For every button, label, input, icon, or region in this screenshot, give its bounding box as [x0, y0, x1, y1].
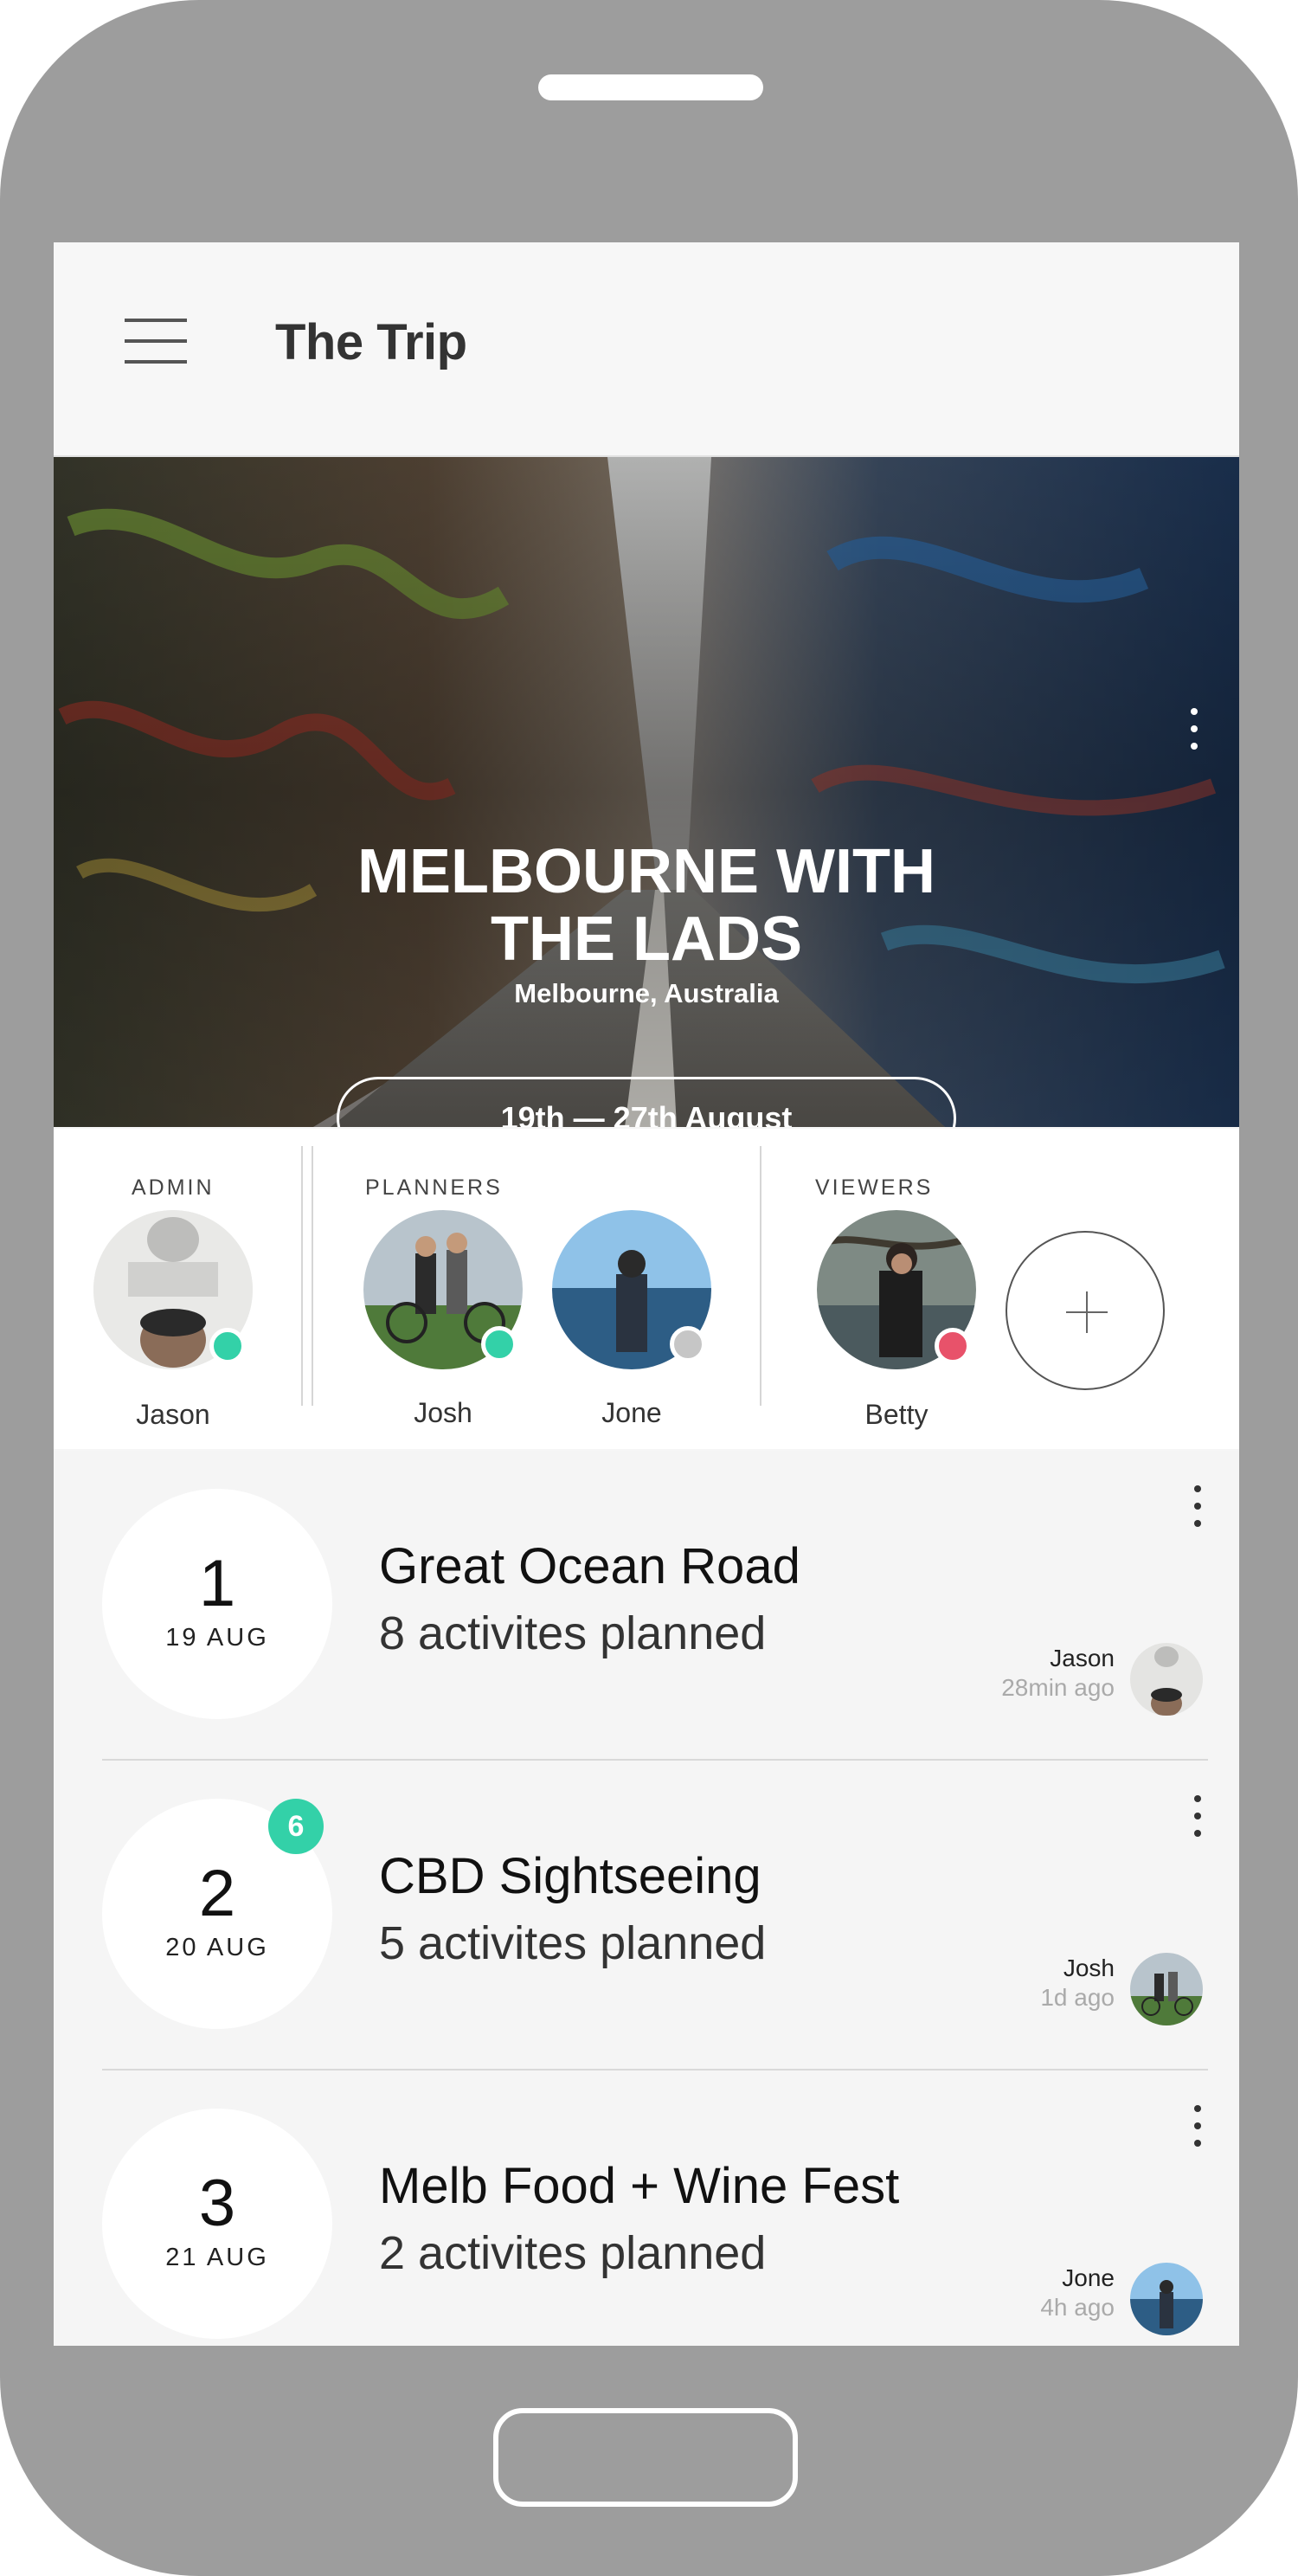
day-date: 19 AUG: [165, 1624, 269, 1652]
member-name-jone: Jone: [601, 1397, 662, 1428]
divider: [312, 1146, 313, 1406]
day-number: 1: [198, 1547, 236, 1620]
day-number-circle: 1 19 AUG: [102, 1489, 332, 1719]
status-busy-dot: [935, 1328, 971, 1364]
phone-frame: The Trip MELBOURNE WITH THE LADS Melbour…: [0, 0, 1298, 2576]
notification-badge: 6: [268, 1799, 324, 1854]
avatar-jason-image: [1130, 1643, 1203, 1716]
avatar-josh-image: [1130, 1953, 1203, 2025]
day-activities-count: 8 activites planned: [379, 1607, 767, 1659]
status-offline-dot: [670, 1326, 706, 1362]
last-editor-name: Jone: [1062, 2264, 1115, 2291]
hero-laneway-image: [54, 457, 1239, 1127]
day-title: Melb Food + Wine Fest: [379, 2158, 900, 2214]
day-more-vertical-icon[interactable]: [1187, 1795, 1208, 1844]
trip-hero: MELBOURNE WITH THE LADS Melbourne, Austr…: [54, 457, 1239, 1127]
last-editor-name: Jason: [1050, 1645, 1115, 1671]
day-number: 3: [198, 2167, 236, 2240]
day-more-vertical-icon[interactable]: [1187, 1485, 1208, 1534]
divider: [760, 1146, 761, 1406]
day-number: 2: [198, 1857, 236, 1930]
day-activities-count: 5 activites planned: [379, 1917, 767, 1969]
last-edited-time: 28min ago: [1001, 1674, 1115, 1701]
member-name-jason: Jason: [136, 1399, 210, 1430]
day-card[interactable]: 1 19 AUG Great Ocean Road 8 activites pl…: [54, 1451, 1239, 1761]
status-online-dot: [481, 1326, 517, 1362]
day-activities-count: 2 activites planned: [379, 2227, 767, 2279]
phone-speaker: [538, 74, 763, 100]
divider: [301, 1146, 303, 1406]
admin-label: ADMIN: [132, 1175, 215, 1200]
day-title: Great Ocean Road: [379, 1538, 800, 1594]
last-editor-name: Josh: [1063, 1955, 1115, 1981]
status-online-dot: [209, 1328, 246, 1364]
member-name-betty: Betty: [864, 1399, 929, 1430]
day-more-vertical-icon[interactable]: [1187, 2105, 1208, 2154]
member-name-josh: Josh: [414, 1397, 472, 1428]
planners-label: PLANNERS: [365, 1175, 503, 1200]
app-title: The Trip: [275, 314, 467, 370]
last-editor-avatar: [1130, 2263, 1203, 2335]
app-bar: The Trip: [54, 242, 1239, 457]
last-editor-avatar: [1130, 1643, 1203, 1716]
day-card[interactable]: 3 21 AUG Melb Food + Wine Fest 2 activit…: [54, 2070, 1239, 2346]
avatar-jone-image: [1130, 2263, 1203, 2335]
last-edited-time: 4h ago: [1040, 2294, 1115, 2321]
last-editor-avatar: [1130, 1953, 1203, 2025]
itinerary-days-list: 1 19 AUG Great Ocean Road 8 activites pl…: [54, 1451, 1239, 2346]
day-date: 20 AUG: [165, 1934, 269, 1961]
trip-members: ADMIN PLANNERS VIEWERS Jason Josh Jone B…: [54, 1129, 1239, 1449]
hamburger-menu-icon[interactable]: [125, 317, 187, 365]
app-screen: The Trip MELBOURNE WITH THE LADS Melbour…: [54, 242, 1239, 2346]
trip-dates-button[interactable]: 19th — 27th August: [337, 1077, 956, 1127]
last-edited-time: 1d ago: [1040, 1984, 1115, 2011]
add-member-plus-icon[interactable]: [1006, 1231, 1165, 1390]
phone-home-button[interactable]: [493, 2408, 798, 2507]
trip-title-line-2: THE LADS: [491, 905, 802, 974]
trip-title: MELBOURNE WITH THE LADS: [54, 838, 1239, 973]
viewers-label: VIEWERS: [815, 1175, 934, 1200]
trip-location: Melbourne, Australia: [514, 978, 779, 1008]
trip-title-line-1: MELBOURNE WITH: [357, 837, 935, 906]
day-card[interactable]: 2 20 AUG 6 CBD Sightseeing 5 activites p…: [54, 1761, 1239, 2070]
hero-more-vertical-icon[interactable]: [1184, 708, 1205, 760]
day-number-circle: 3 21 AUG: [102, 2109, 332, 2339]
day-title: CBD Sightseeing: [379, 1848, 761, 1904]
day-date: 21 AUG: [165, 2244, 269, 2271]
